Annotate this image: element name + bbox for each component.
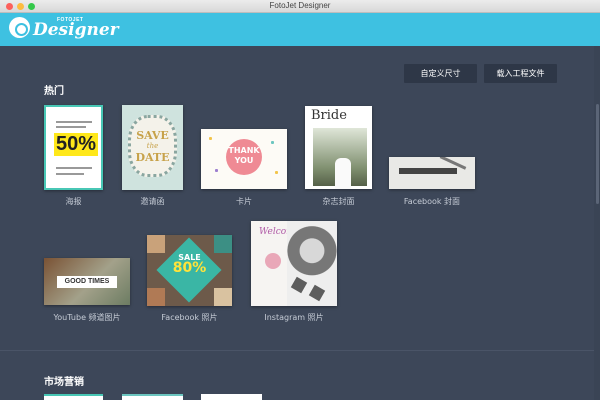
post-photo-tile — [214, 235, 232, 253]
confetti-dot — [271, 141, 274, 144]
custom-size-button[interactable]: 自定义尺寸 — [404, 64, 477, 83]
instagram-flower-shape — [265, 253, 281, 269]
card-text-you: YOU — [234, 156, 254, 165]
template-label-invitation[interactable]: 邀请函 — [122, 196, 183, 207]
confetti-dot — [275, 171, 278, 174]
template-label-youtube[interactable]: YouTube 频道图片 — [34, 312, 140, 323]
invitation-text-the: the — [146, 142, 159, 150]
section-title-marketing: 市场营销 — [44, 377, 84, 388]
scrollbar-thumb[interactable] — [596, 104, 599, 204]
template-magazine-thumbnail[interactable]: Bride — [305, 106, 372, 189]
window-titlebar: FotoJet Designer — [0, 0, 600, 13]
template-youtube-thumbnail[interactable]: GOOD TIMES — [44, 258, 130, 305]
poster-discount-text: 50% — [54, 133, 99, 156]
template-label-poster[interactable]: 海报 — [44, 196, 103, 207]
template-card-thumbnail[interactable]: THANK YOU — [201, 129, 287, 189]
fotojet-logo-icon — [9, 17, 30, 38]
magazine-photo — [313, 128, 367, 189]
poster-text-line — [56, 173, 84, 175]
gallery-scrollbar[interactable] — [594, 46, 600, 400]
template-label-facebook-post[interactable]: Facebook 照片 — [142, 312, 237, 323]
template-instagram-thumbnail[interactable]: Welcome — [251, 221, 337, 306]
poster-text-line — [56, 121, 92, 123]
template-facebook-cover-thumbnail[interactable] — [389, 157, 475, 189]
post-sale-percent: 80% — [172, 260, 207, 276]
post-photo-tile — [147, 235, 165, 253]
invitation-text-date: DATE — [135, 151, 170, 164]
template-label-card[interactable]: 卡片 — [201, 196, 287, 207]
youtube-sign-text: GOOD TIMES — [57, 276, 117, 288]
magazine-dress-shape — [335, 158, 351, 189]
confetti-dot — [209, 137, 212, 140]
template-facebook-post-thumbnail[interactable]: SALE 80% — [147, 235, 232, 306]
template-label-instagram[interactable]: Instagram 照片 — [246, 312, 342, 323]
invitation-text-save: SAVE — [136, 129, 169, 142]
section-title-popular: 热门 — [44, 86, 64, 97]
magazine-title: Bride — [311, 108, 347, 123]
poster-text-line — [56, 126, 86, 128]
template-thumbnail-partial[interactable] — [122, 394, 183, 400]
section-divider — [0, 350, 594, 351]
post-photo-tile — [214, 288, 232, 306]
confetti-dot — [215, 169, 218, 172]
load-project-button[interactable]: 载入工程文件 — [484, 64, 557, 83]
post-photo-tile — [147, 288, 165, 306]
template-poster-thumbnail[interactable]: 50% — [44, 105, 103, 190]
poster-text-line — [56, 167, 92, 169]
card-text-thank: THANK — [228, 146, 260, 155]
post-sale-text: SALE 80% — [147, 252, 232, 275]
template-label-magazine[interactable]: 杂志封面 — [305, 196, 372, 207]
window-title: FotoJet Designer — [269, 1, 331, 10]
template-invitation-thumbnail[interactable]: SAVE the DATE — [122, 105, 183, 190]
template-thumbnail-partial[interactable] — [201, 394, 262, 400]
template-label-facebook-cover[interactable]: Facebook 封面 — [389, 196, 475, 207]
app-header: FOTOJET Designer — [0, 13, 600, 46]
template-thumbnail-partial[interactable] — [44, 394, 103, 400]
logo-designer-text: Designer — [33, 20, 119, 40]
cover-banner-strip — [399, 168, 457, 174]
